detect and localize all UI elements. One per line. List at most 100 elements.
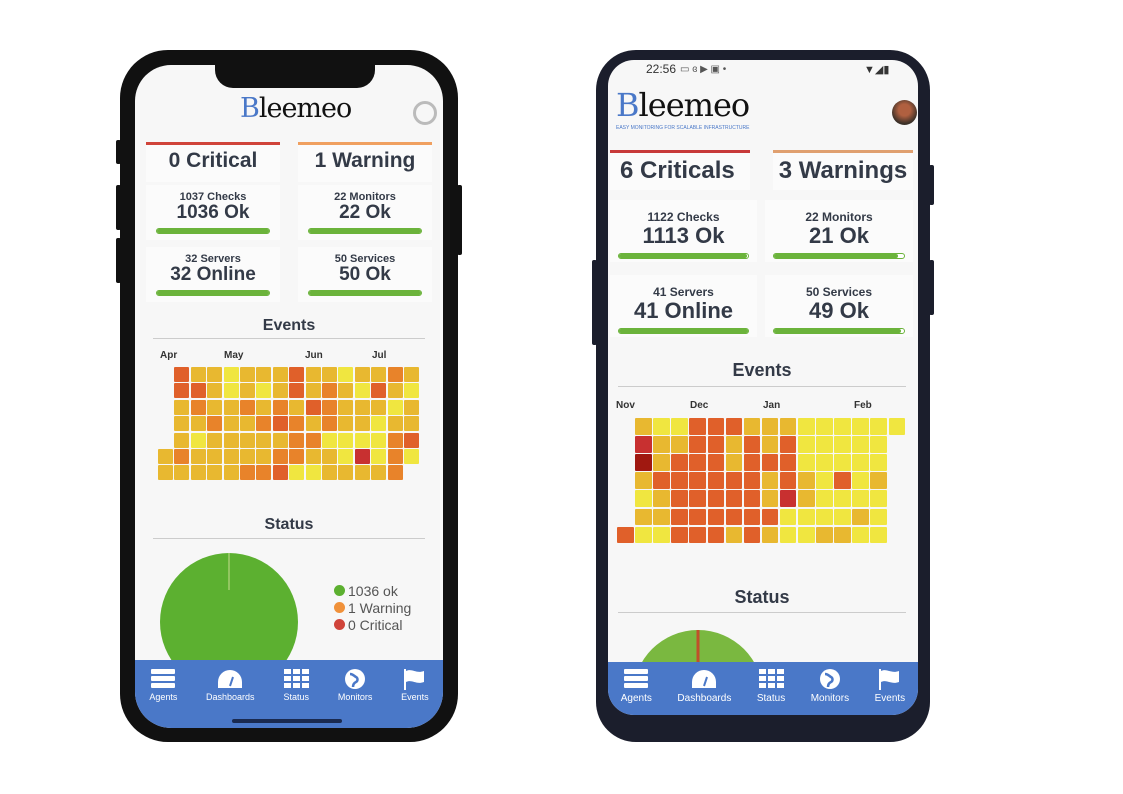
heatmap-cell[interactable] bbox=[256, 399, 272, 415]
heatmap-cell[interactable] bbox=[870, 472, 887, 489]
heatmap-cell[interactable] bbox=[174, 367, 190, 382]
heatmap-cell[interactable] bbox=[190, 449, 206, 464]
heatmap-cell[interactable] bbox=[289, 383, 305, 399]
heatmap-cell[interactable] bbox=[371, 465, 387, 481]
heatmap-cell[interactable] bbox=[761, 472, 779, 489]
heatmap-cell[interactable] bbox=[322, 383, 337, 399]
heatmap-cell[interactable] bbox=[207, 399, 223, 415]
heatmap-cell[interactable] bbox=[338, 465, 354, 481]
heatmap-cell[interactable] bbox=[798, 454, 815, 471]
heatmap-cell[interactable] bbox=[743, 418, 761, 435]
nav-monitors[interactable]: Monitors bbox=[811, 668, 849, 715]
heatmap-cell[interactable] bbox=[305, 465, 321, 481]
stat-card[interactable]: 32 Servers 32 Online bbox=[146, 247, 280, 302]
heatmap-cell[interactable] bbox=[305, 432, 321, 448]
heatmap-cell[interactable] bbox=[338, 367, 354, 382]
heatmap-cell[interactable] bbox=[190, 383, 206, 399]
legend-critical[interactable]: 0 Critical bbox=[334, 616, 411, 633]
heatmap-cell[interactable] bbox=[707, 454, 724, 471]
heatmap-cell[interactable] bbox=[354, 383, 370, 399]
heatmap-cell[interactable] bbox=[354, 432, 370, 448]
heatmap-cell[interactable] bbox=[387, 383, 403, 399]
heatmap-cell[interactable] bbox=[256, 449, 272, 464]
heatmap-cell[interactable] bbox=[870, 454, 887, 471]
heatmap-cell[interactable] bbox=[635, 418, 652, 435]
heatmap-cell[interactable] bbox=[798, 508, 815, 525]
heatmap-cell[interactable] bbox=[190, 399, 206, 415]
heatmap-cell[interactable] bbox=[707, 436, 724, 453]
heatmap-cell[interactable] bbox=[779, 508, 797, 525]
heatmap-cell[interactable] bbox=[272, 367, 288, 382]
heatmap-cell[interactable] bbox=[798, 472, 815, 489]
heatmap-cell[interactable] bbox=[223, 383, 239, 399]
heatmap-cell[interactable] bbox=[671, 490, 688, 507]
heatmap-cell[interactable] bbox=[371, 449, 387, 464]
heatmap-cell[interactable] bbox=[305, 383, 321, 399]
nav-events[interactable]: Events bbox=[401, 668, 429, 728]
stat-card[interactable]: 22 Monitors 21 Ok bbox=[765, 200, 913, 262]
heatmap-cell[interactable] bbox=[256, 367, 272, 382]
heatmap-cell[interactable] bbox=[174, 449, 190, 464]
heatmap-cell[interactable] bbox=[761, 436, 779, 453]
heatmap-cell[interactable] bbox=[852, 508, 869, 525]
heatmap-cell[interactable] bbox=[289, 416, 305, 432]
heatmap-cell[interactable] bbox=[707, 472, 724, 489]
heatmap-cell[interactable] bbox=[174, 416, 190, 432]
heatmap-cell[interactable] bbox=[725, 436, 743, 453]
heatmap-cell[interactable] bbox=[725, 490, 743, 507]
heatmap-cell[interactable] bbox=[272, 383, 288, 399]
nav-monitors[interactable]: Monitors bbox=[338, 668, 372, 728]
heatmap-cell[interactable] bbox=[387, 416, 403, 432]
heatmap-cell[interactable] bbox=[725, 472, 743, 489]
avatar[interactable] bbox=[413, 101, 437, 125]
heatmap-cell[interactable] bbox=[725, 418, 743, 435]
heatmap-cell[interactable] bbox=[671, 418, 688, 435]
nav-events[interactable]: Events bbox=[875, 668, 905, 715]
heatmap-cell[interactable] bbox=[834, 472, 851, 489]
heatmap-cell[interactable] bbox=[240, 432, 255, 448]
heatmap-cell[interactable] bbox=[816, 418, 833, 435]
heatmap-cell[interactable] bbox=[761, 508, 779, 525]
heatmap-cell[interactable] bbox=[653, 472, 670, 489]
heatmap-cell[interactable] bbox=[743, 472, 761, 489]
heatmap-cell[interactable] bbox=[371, 383, 387, 399]
heatmap-cell[interactable] bbox=[870, 436, 887, 453]
heatmap-cell[interactable] bbox=[240, 416, 255, 432]
heatmap-cell[interactable] bbox=[190, 416, 206, 432]
heatmap-cell[interactable] bbox=[322, 416, 337, 432]
heatmap-cell[interactable] bbox=[689, 418, 706, 435]
nav-dashboards[interactable]: Dashboards bbox=[677, 668, 731, 715]
heatmap-cell[interactable] bbox=[354, 465, 370, 481]
stat-card[interactable]: 50 Services 49 Ok bbox=[765, 275, 913, 337]
heatmap-cell[interactable] bbox=[761, 526, 779, 544]
stat-card[interactable]: 41 Servers 41 Online bbox=[610, 275, 757, 337]
heatmap-cell[interactable] bbox=[371, 432, 387, 448]
stat-card[interactable]: 50 Services 50 Ok bbox=[298, 247, 432, 302]
heatmap-cell[interactable] bbox=[240, 367, 255, 382]
heatmap-cell[interactable] bbox=[816, 508, 833, 525]
heatmap-cell[interactable] bbox=[761, 418, 779, 435]
stat-card[interactable]: 1037 Checks 1036 Ok bbox=[146, 185, 280, 240]
heatmap-cell[interactable] bbox=[707, 508, 724, 525]
heatmap-cell[interactable] bbox=[689, 472, 706, 489]
heatmap-cell[interactable] bbox=[870, 526, 887, 544]
heatmap-cell[interactable] bbox=[322, 399, 337, 415]
heatmap-cell[interactable] bbox=[338, 449, 354, 464]
heatmap-cell[interactable] bbox=[725, 454, 743, 471]
heatmap-cell[interactable] bbox=[671, 508, 688, 525]
heatmap-cell[interactable] bbox=[852, 526, 869, 544]
heatmap-cell[interactable] bbox=[223, 465, 239, 481]
heatmap-cell[interactable] bbox=[354, 367, 370, 382]
heatmap-cell[interactable] bbox=[635, 472, 652, 489]
heatmap-cell[interactable] bbox=[635, 454, 652, 471]
heatmap-cell[interactable] bbox=[834, 508, 851, 525]
heatmap-cell[interactable] bbox=[207, 432, 223, 448]
heatmap-cell[interactable] bbox=[272, 432, 288, 448]
heatmap-cell[interactable] bbox=[834, 436, 851, 453]
heatmap-cell[interactable] bbox=[852, 472, 869, 489]
heatmap-cell[interactable] bbox=[207, 449, 223, 464]
warning-card[interactable]: 1 Warning bbox=[298, 142, 432, 182]
heatmap-cell[interactable] bbox=[240, 399, 255, 415]
heatmap-cell[interactable] bbox=[743, 454, 761, 471]
heatmap-cell[interactable] bbox=[798, 526, 815, 544]
